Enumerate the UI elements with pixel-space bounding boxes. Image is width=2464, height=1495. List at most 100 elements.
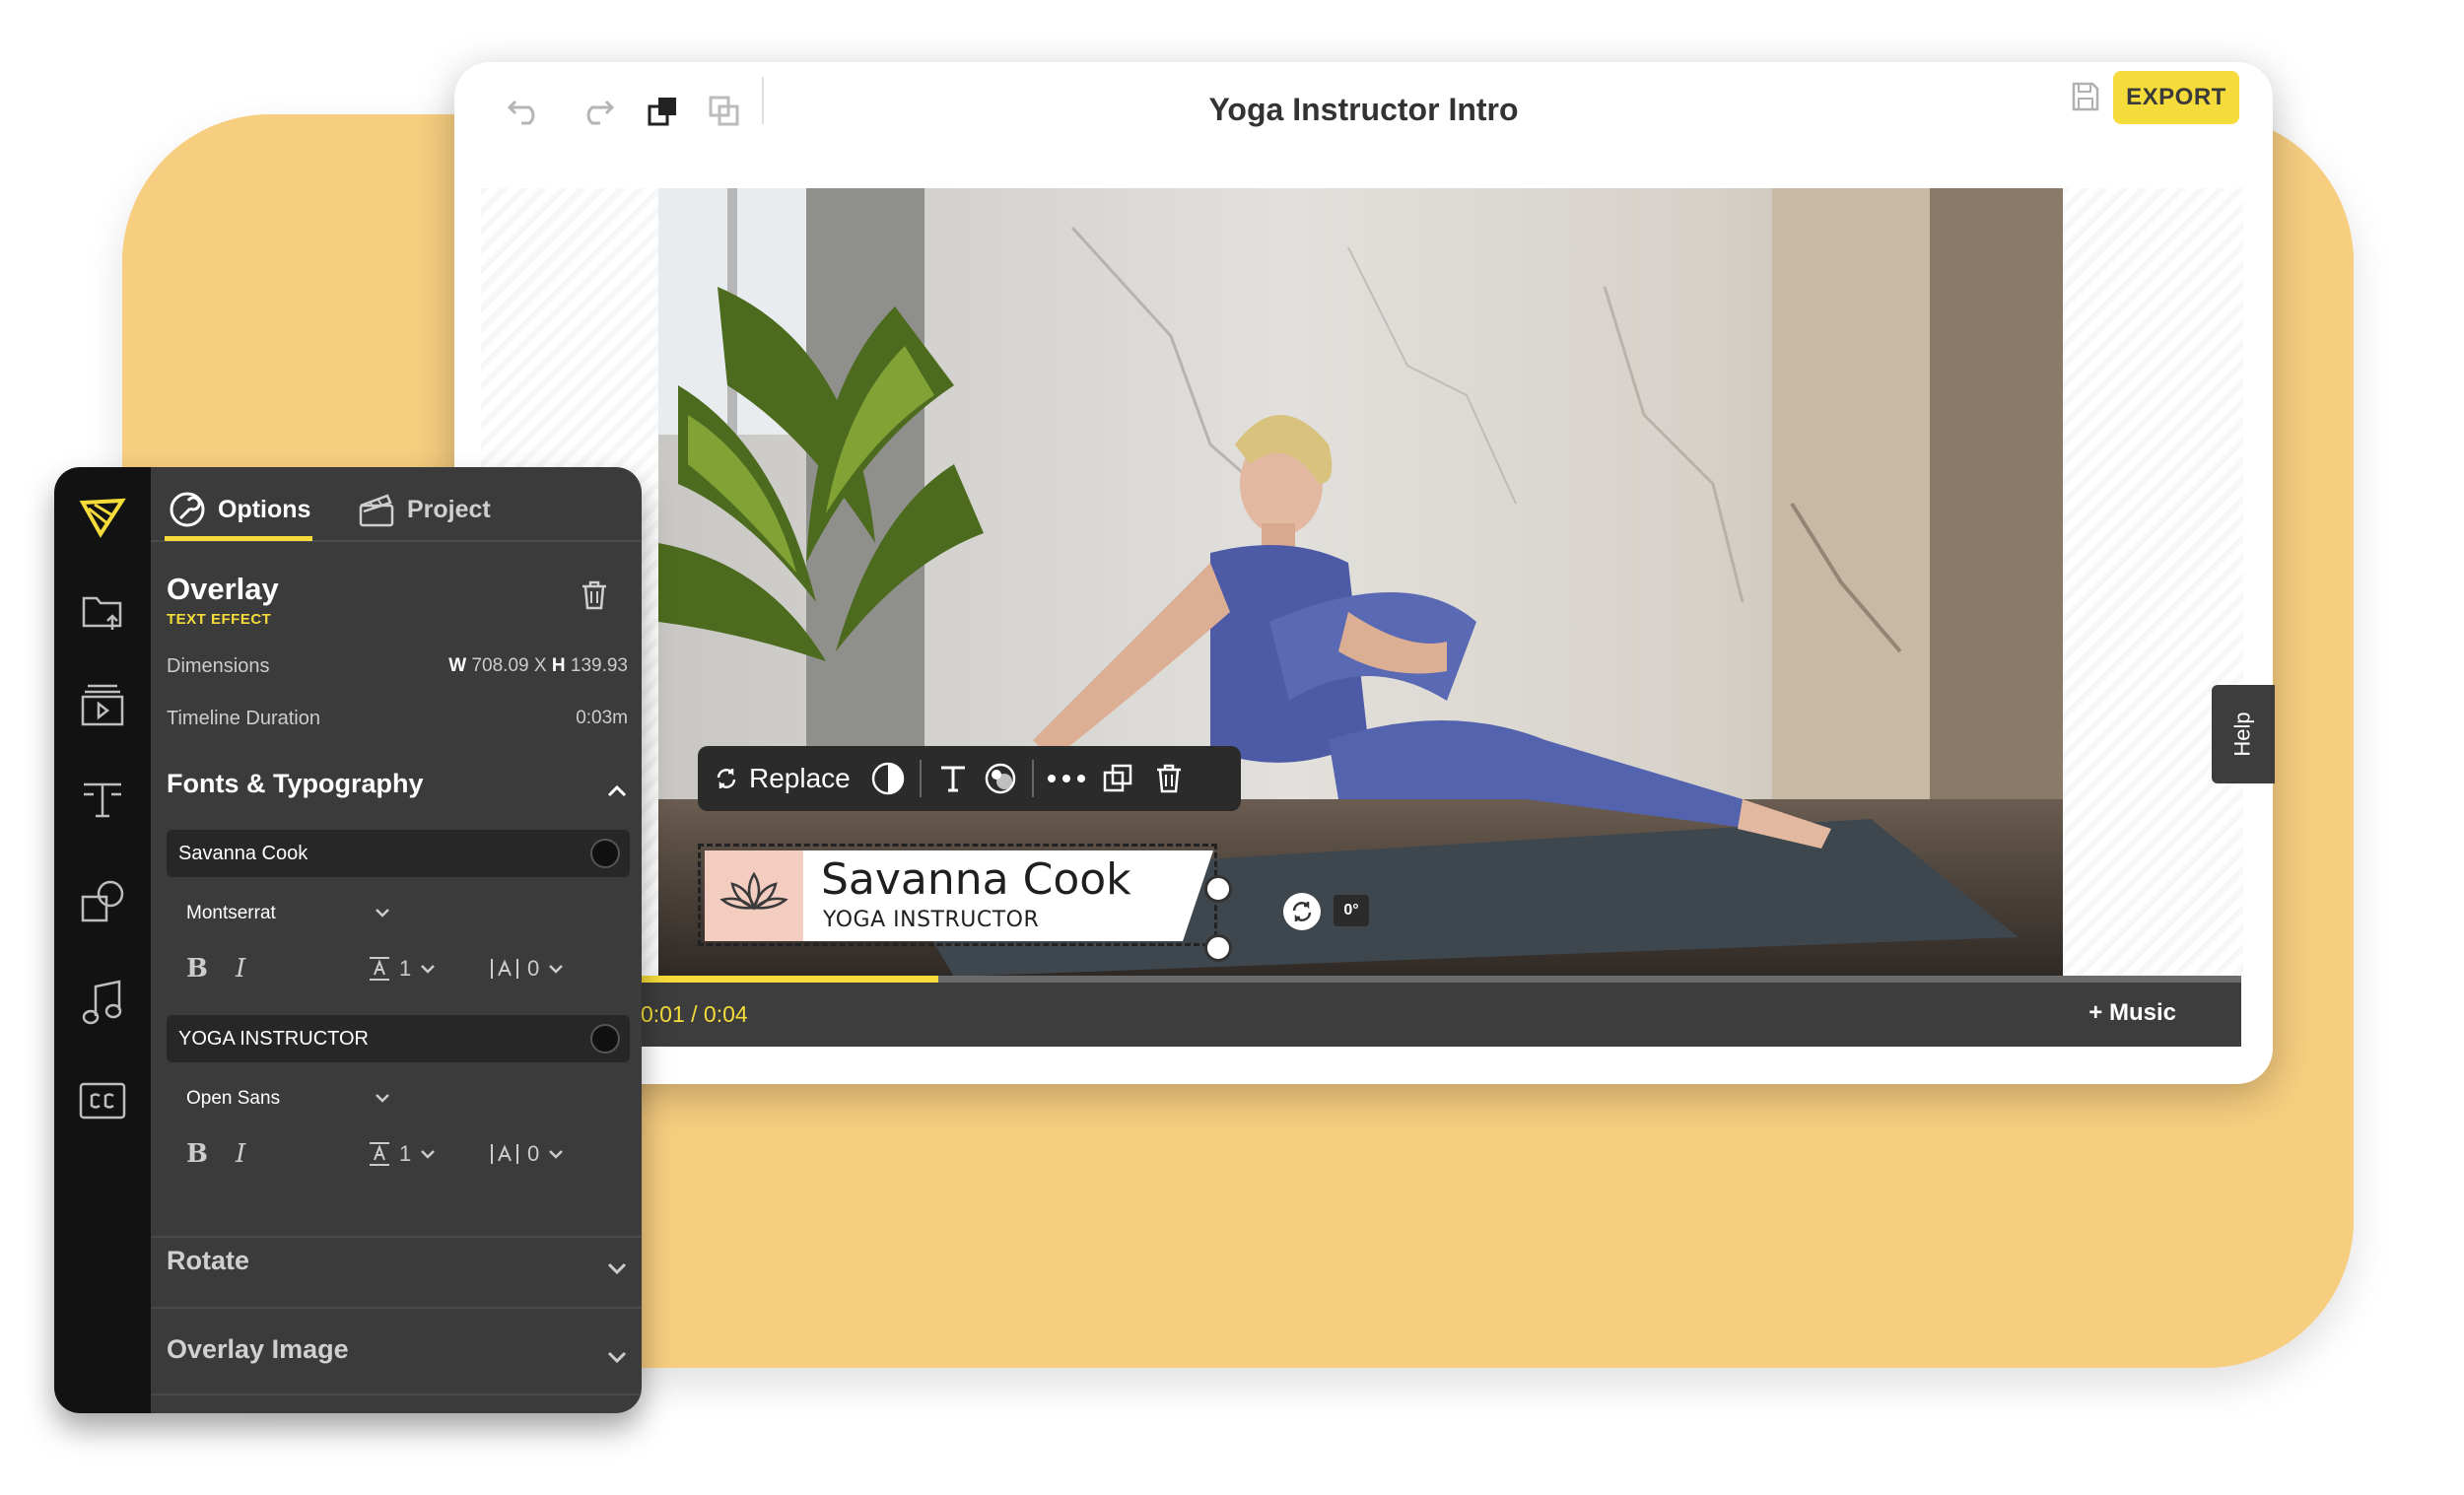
timeline-bar: 0:01 / 0:04 + Music — [633, 976, 2241, 1047]
resize-handle-right[interactable] — [1204, 875, 1232, 903]
toolbar-separator — [919, 760, 922, 797]
panel-tabs: Options Project — [151, 467, 642, 542]
line-height-icon — [370, 1142, 389, 1166]
dimensions-row: Dimensions W 708.09 X H 139.93 — [167, 655, 628, 678]
timeline-progress — [633, 976, 939, 983]
music-icon[interactable] — [72, 972, 133, 1033]
help-tab[interactable]: Help — [2212, 685, 2275, 783]
duplicate-icon[interactable] — [1091, 746, 1144, 811]
tab-project-label: Project — [407, 495, 491, 523]
letter-spacing-value: 0 — [527, 1141, 540, 1166]
letter-spacing-icon — [491, 959, 518, 979]
chevron-down-icon — [549, 965, 564, 974]
dimensions-value: W 708.09 X H 139.93 — [448, 655, 628, 676]
line-height-select[interactable]: 1 — [368, 956, 437, 982]
duration-value: 0:03m — [576, 708, 628, 728]
font-family-select[interactable]: Montserrat — [186, 903, 391, 924]
text-layer-input[interactable]: Savanna Cook — [167, 830, 630, 877]
font-family-select[interactable]: Open Sans — [186, 1088, 391, 1110]
text-layer-value: YOGA INSTRUCTOR — [178, 1027, 369, 1050]
replace-label: Replace — [749, 763, 851, 793]
tool-rail — [54, 467, 151, 1413]
overlay-name-text: Savanna Cook — [821, 854, 1131, 905]
options-panel: Options Project Overlay TEXT EFFECT Dime… — [54, 467, 642, 1413]
save-icon[interactable] — [2063, 77, 2108, 116]
section-divider — [151, 1393, 642, 1395]
overlay-type-label: TEXT EFFECT — [167, 611, 272, 628]
more-icon[interactable] — [1042, 746, 1091, 811]
text-layer-value: Savanna Cook — [178, 842, 308, 864]
top-toolbar: Yoga Instructor Intro EXPORT — [454, 62, 2273, 175]
upload-folder-icon[interactable] — [72, 581, 133, 643]
rotate-section-label: Rotate — [167, 1246, 250, 1275]
timeline-scrubber[interactable] — [633, 976, 2241, 983]
chevron-down-icon — [606, 1340, 628, 1371]
section-divider — [151, 1236, 642, 1238]
chevron-down-icon — [549, 1150, 564, 1159]
chevron-down-icon — [374, 903, 391, 924]
resize-handle-corner[interactable] — [1204, 934, 1232, 962]
text-icon[interactable] — [929, 746, 977, 811]
playback-time: 0:01 / 0:04 — [641, 1001, 748, 1027]
bold-button[interactable]: B — [186, 954, 208, 984]
overlay-heading: Overlay — [167, 572, 279, 606]
text-color-swatch[interactable] — [590, 839, 620, 868]
lotus-icon — [705, 850, 803, 941]
rotate-handle-icon[interactable] — [1283, 893, 1321, 930]
text-tool-icon[interactable] — [72, 769, 133, 830]
replace-icon — [712, 764, 741, 793]
text-layer-input[interactable]: YOGA INSTRUCTOR — [167, 1015, 630, 1062]
shapes-icon[interactable] — [72, 871, 133, 932]
wrench-icon — [169, 491, 206, 528]
italic-button[interactable]: I — [236, 1139, 245, 1169]
fonts-typography-section[interactable]: Fonts & Typography — [167, 769, 628, 799]
contrast-icon[interactable] — [864, 746, 912, 811]
letter-spacing-value: 0 — [527, 956, 540, 981]
chevron-down-icon — [606, 1252, 628, 1282]
rotation-angle-badge: 0° — [1334, 895, 1369, 926]
chevron-up-icon — [606, 775, 628, 805]
panel-content: Options Project Overlay TEXT EFFECT Dime… — [151, 467, 642, 1413]
toolbar-separator — [1031, 760, 1034, 797]
bold-button[interactable]: B — [186, 1139, 208, 1169]
line-height-value: 1 — [399, 1141, 412, 1166]
italic-button[interactable]: I — [236, 954, 245, 984]
duration-label: Timeline Duration — [167, 708, 320, 729]
add-music-button[interactable]: + Music — [2088, 999, 2176, 1027]
rotate-section[interactable]: Rotate — [167, 1246, 628, 1276]
replace-button[interactable]: Replace — [712, 746, 864, 811]
dimensions-label: Dimensions — [167, 655, 270, 677]
text-color-swatch[interactable] — [590, 1024, 620, 1053]
trash-icon[interactable] — [575, 576, 614, 615]
active-tab-indicator — [165, 536, 312, 541]
export-button[interactable]: EXPORT — [2113, 71, 2239, 124]
chevron-down-icon — [421, 965, 436, 974]
chevron-down-icon — [374, 1088, 391, 1110]
text-format-row: B I 1 0 — [186, 1139, 600, 1179]
text-format-row: B I 1 0 — [186, 954, 600, 993]
letter-spacing-icon — [491, 1144, 518, 1164]
chevron-down-icon — [421, 1150, 436, 1159]
media-library-icon[interactable] — [72, 674, 133, 735]
overlay-image-section-label: Overlay Image — [167, 1334, 349, 1364]
lower-third-overlay[interactable]: Savanna Cook YOGA INSTRUCTOR — [698, 844, 1217, 946]
captions-icon[interactable] — [72, 1070, 133, 1131]
letter-spacing-select[interactable]: 0 — [490, 1141, 565, 1167]
tab-options[interactable]: Options — [169, 477, 310, 542]
tab-options-label: Options — [218, 495, 311, 523]
line-height-select[interactable]: 1 — [368, 1141, 437, 1167]
logo-icon[interactable] — [72, 487, 133, 548]
overlay-image-section[interactable]: Overlay Image — [167, 1334, 628, 1365]
tab-project[interactable]: Project — [358, 477, 491, 542]
fonts-section-label: Fonts & Typography — [167, 769, 424, 798]
font-family-value: Open Sans — [186, 1088, 281, 1109]
delete-icon[interactable] — [1144, 746, 1194, 811]
letter-spacing-select[interactable]: 0 — [490, 956, 565, 982]
color-icon[interactable] — [977, 746, 1024, 811]
section-divider — [151, 1307, 642, 1309]
lower-third-card: Savanna Cook YOGA INSTRUCTOR — [705, 850, 1213, 941]
project-title[interactable]: Yoga Instructor Intro — [454, 92, 2273, 128]
clapperboard-icon — [358, 492, 395, 527]
font-family-value: Montserrat — [186, 903, 276, 923]
line-height-icon — [370, 957, 389, 981]
